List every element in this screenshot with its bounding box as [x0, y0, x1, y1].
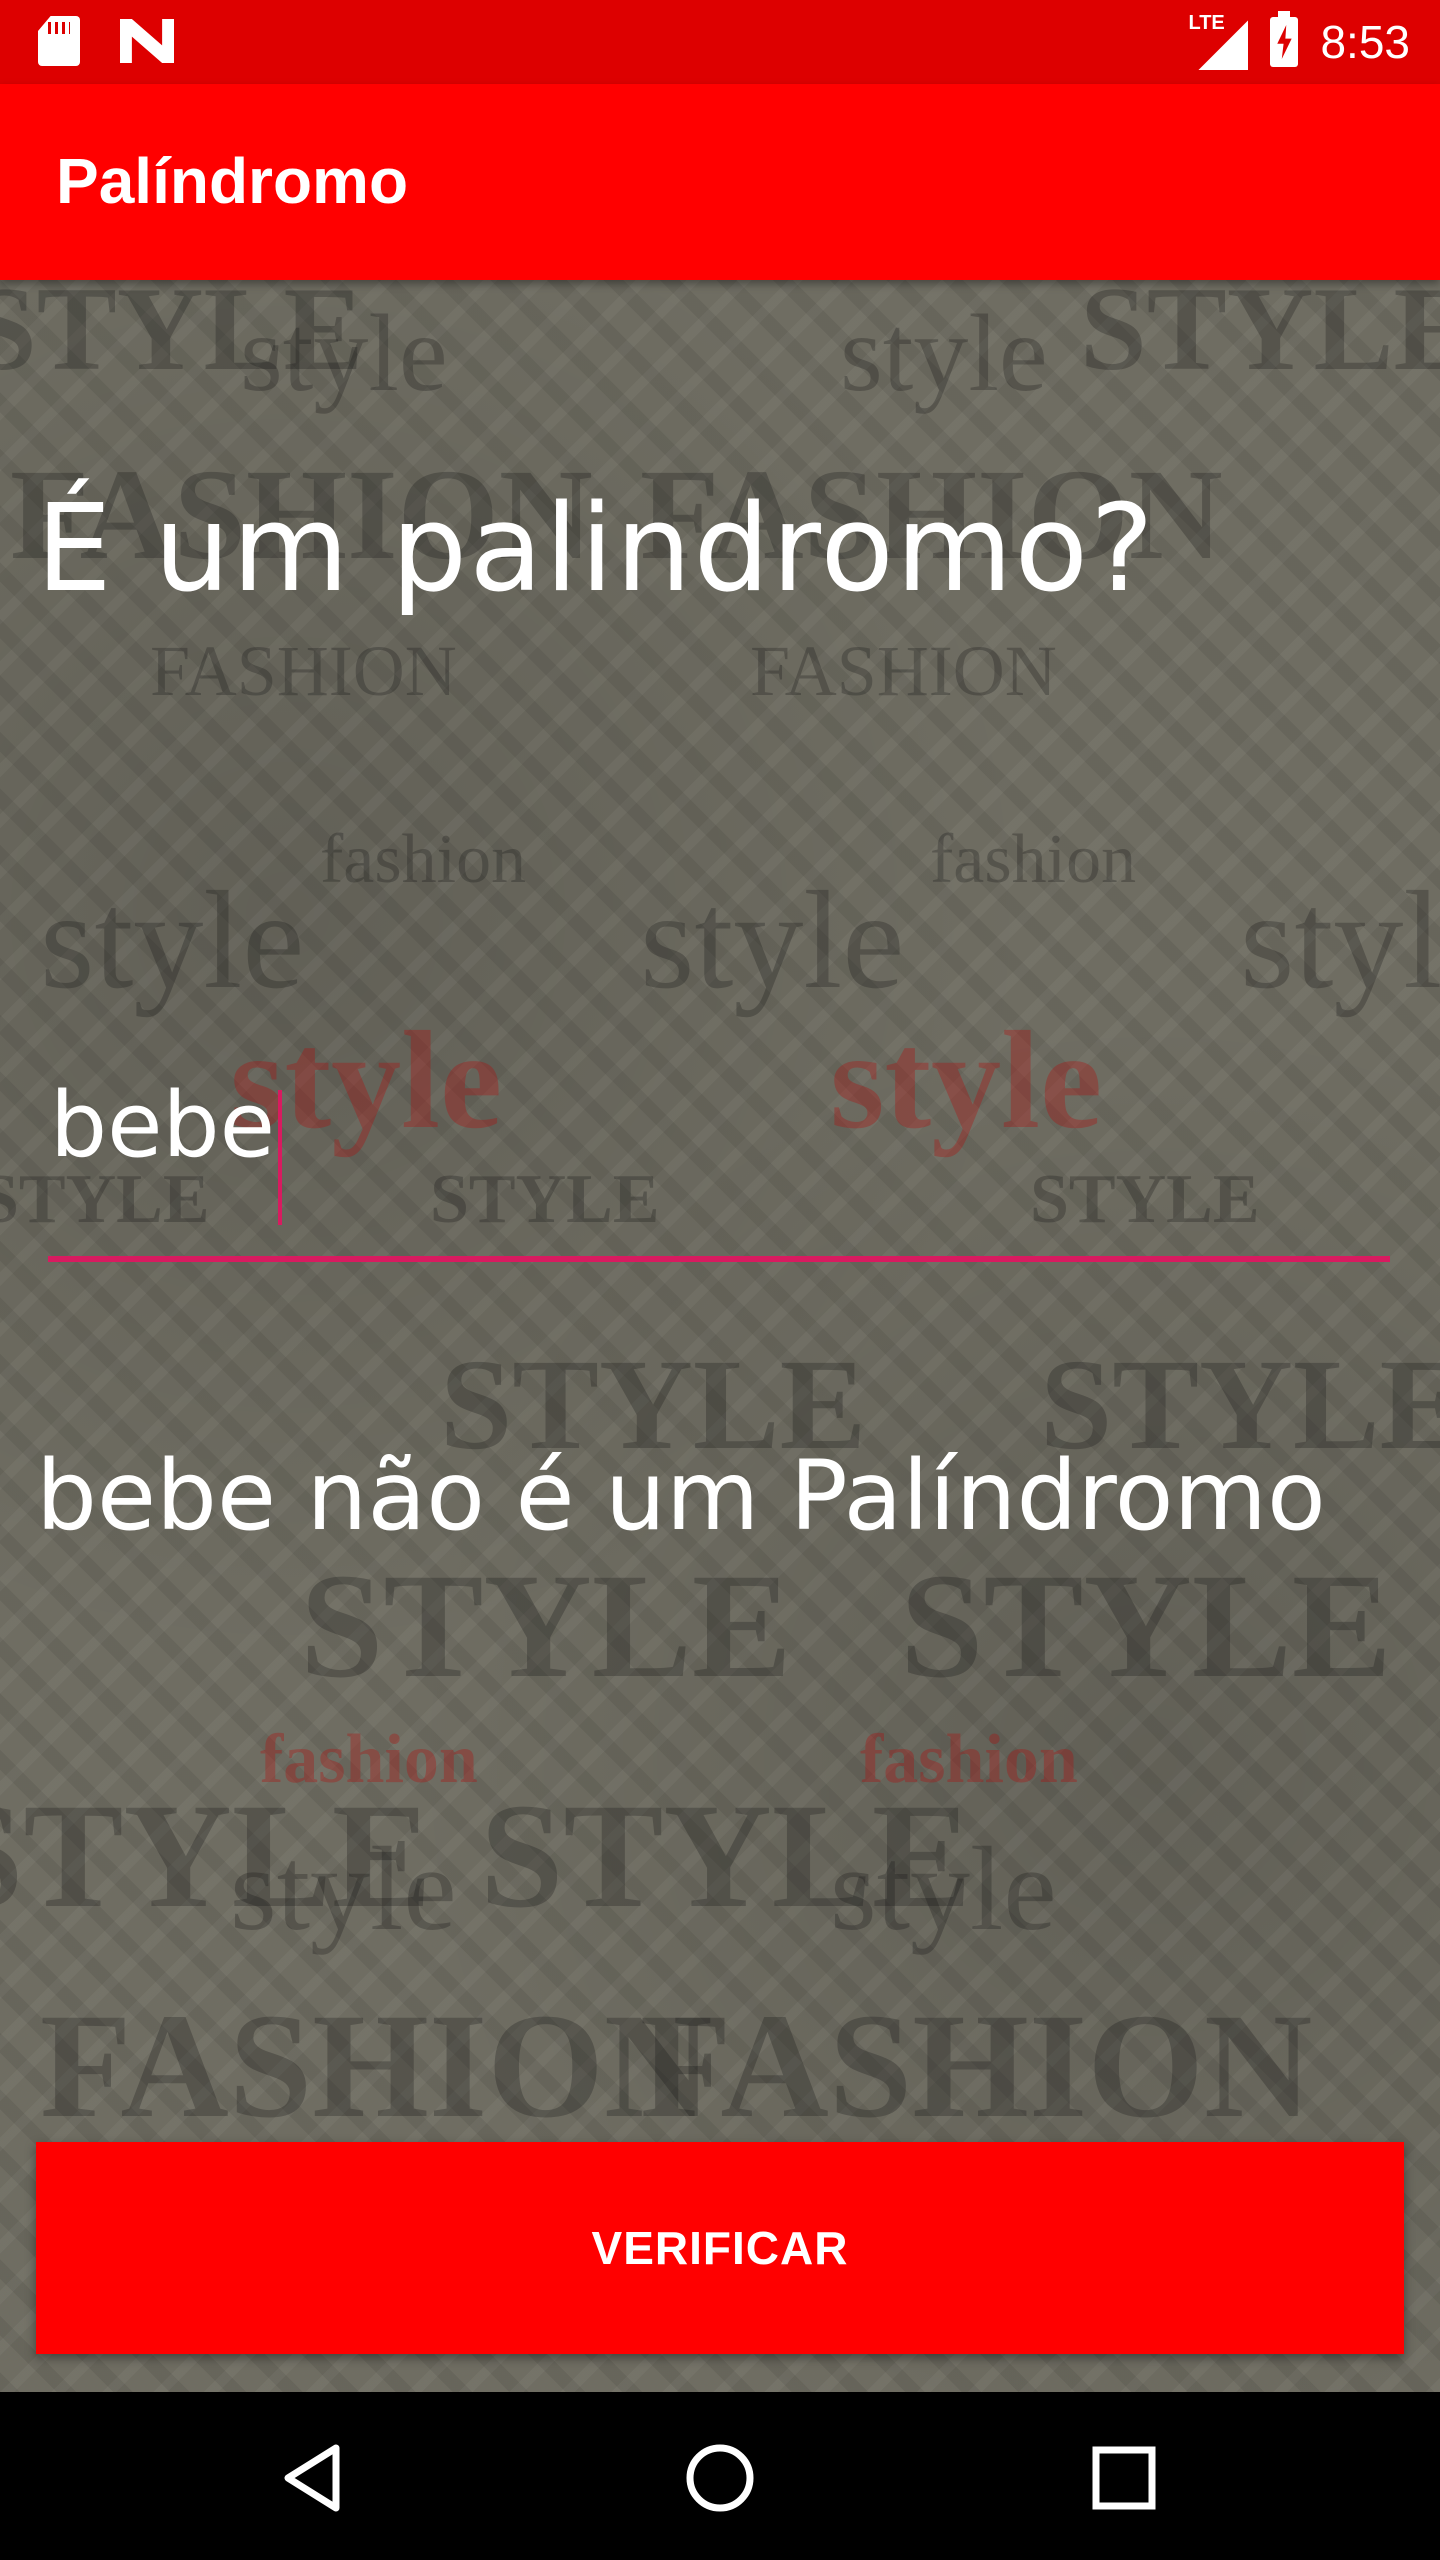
screen: LTE 8:53 Palíndromo STYLE style style ST…	[0, 0, 1440, 2560]
background-decor: style	[40, 863, 305, 1018]
status-clock: 8:53	[1320, 16, 1410, 68]
lte-signal-icon: LTE	[1188, 12, 1249, 70]
word-input-container[interactable]	[48, 1000, 1390, 1270]
app-title: Palíndromo	[56, 145, 409, 217]
background-decor: FASHION	[40, 1983, 713, 2149]
background-decor: FASHION	[640, 1983, 1313, 2149]
content-area: STYLE style style STYLE FASHION FASHION …	[0, 280, 1440, 2392]
text-cursor	[278, 1090, 282, 1225]
background-decor: style	[830, 1822, 1057, 1955]
status-notifications	[38, 16, 174, 66]
background-decor: fashion	[860, 1721, 1078, 1798]
verify-button[interactable]: VERIFICAR	[36, 2142, 1404, 2354]
navigation-bar	[0, 2392, 1440, 2560]
back-icon[interactable]	[276, 2438, 356, 2518]
input-underline	[48, 1256, 1390, 1262]
background-decor: fashion	[930, 821, 1137, 898]
sd-card-icon	[38, 16, 80, 66]
background-decor: fashion	[320, 821, 527, 898]
background-decor: STYLE	[0, 1773, 432, 1939]
status-bar: LTE 8:53	[0, 0, 1440, 84]
n-notification-icon	[120, 19, 174, 63]
question-heading: É um palindromo?	[36, 480, 1156, 619]
background-decor: STYLE	[900, 1543, 1392, 1709]
background-decor: FASHION	[750, 631, 1057, 711]
background-decor: STYLE	[1080, 280, 1440, 395]
word-input[interactable]	[48, 1000, 1390, 1250]
background-decor: style	[640, 863, 905, 1018]
result-text: bebe não é um Palíndromo	[36, 1440, 1326, 1552]
background-decor: style	[240, 292, 448, 414]
status-system-icons: LTE 8:53	[1188, 0, 1410, 84]
background-decor: style	[840, 292, 1048, 414]
battery-charging-icon	[1270, 11, 1299, 67]
app-bar: Palíndromo	[0, 84, 1440, 280]
background-decor: style	[1240, 863, 1440, 1018]
background-decor: STYLE	[0, 280, 364, 395]
background-decor: style	[230, 1822, 457, 1955]
recents-icon[interactable]	[1084, 2438, 1164, 2518]
network-type-label: LTE	[1188, 12, 1225, 34]
background-decor: fashion	[260, 1721, 478, 1798]
home-icon[interactable]	[680, 2438, 760, 2518]
background-decor: STYLE	[480, 1773, 972, 1939]
background-decor: FASHION	[150, 631, 457, 711]
background-decor: STYLE	[300, 1543, 792, 1709]
